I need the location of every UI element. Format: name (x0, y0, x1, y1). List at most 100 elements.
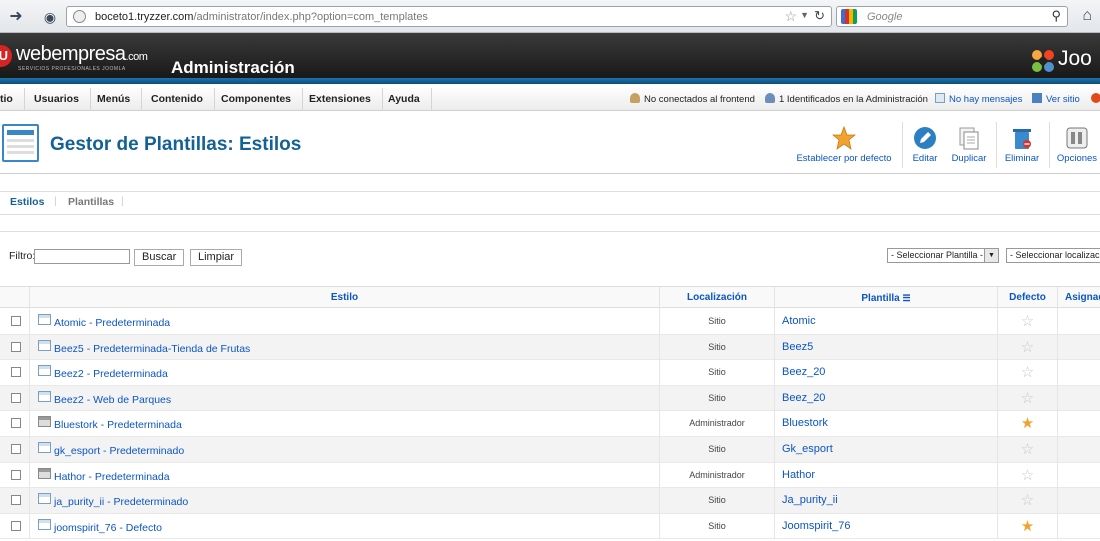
template-link[interactable]: Atomic (774, 309, 997, 334)
row-checkbox[interactable] (11, 444, 21, 454)
column-location[interactable]: Localización (659, 287, 774, 309)
column-template[interactable]: Plantilla ☰ (774, 287, 997, 309)
template-link[interactable]: Beez5 (774, 334, 997, 360)
style-name-link[interactable]: Beez5 - Predeterminada-Tienda de Frutas (54, 337, 250, 362)
admin-users-status: 1 Identificados en la Administración (765, 88, 928, 111)
column-style[interactable]: Estilo (29, 287, 659, 309)
view-site-link[interactable]: Ver sitio (1032, 88, 1080, 111)
set-default-star-icon[interactable]: ☆ (997, 488, 1057, 514)
template-link[interactable]: Ja_purity_ii (774, 488, 997, 514)
row-checkbox[interactable] (11, 367, 21, 378)
set-default-star-icon[interactable]: ☆ (997, 309, 1057, 334)
reload-icon[interactable]: ↻ (814, 8, 825, 24)
speech-bubble-icon[interactable]: ◉ (40, 7, 60, 27)
site-identity-icon[interactable] (73, 10, 86, 23)
template-link[interactable]: Joomspirit_76 (774, 513, 997, 539)
row-checkbox[interactable] (11, 316, 21, 326)
home-icon[interactable]: ⌂ (1082, 7, 1092, 25)
set-default-button[interactable]: Establecer por defecto (796, 122, 892, 172)
template-select[interactable]: - Seleccionar Plantilla - ▼ (887, 248, 999, 263)
menu-item-sitio[interactable]: tio (0, 88, 25, 111)
tab-styles[interactable]: Estilos (10, 196, 44, 208)
set-default-star-icon[interactable]: ☆ (997, 437, 1057, 462)
forward-arrow-icon[interactable]: ➜ (6, 7, 26, 27)
template-thumbnail-icon (38, 442, 51, 453)
assigned-cell (1057, 334, 1100, 360)
url-dropdown-icon[interactable]: ▼ (800, 10, 809, 20)
style-name-link[interactable]: Beez2 - Predeterminada (54, 362, 168, 387)
search-icon[interactable]: ⚲ (1051, 8, 1061, 24)
table-row: gk_esport - Predeterminado Sitio Gk_esport… (0, 437, 1100, 463)
menu-item-componentes[interactable]: Componentes (210, 88, 304, 111)
template-link[interactable]: Beez_20 (774, 385, 997, 411)
row-select-cell (0, 488, 29, 513)
assigned-cell (1057, 385, 1100, 411)
style-name-link[interactable]: Bluestork - Predeterminada (54, 413, 182, 438)
set-default-star-icon[interactable]: ☆ (997, 462, 1057, 488)
edit-button[interactable]: Editar (908, 122, 942, 172)
style-name-link[interactable]: Beez2 - Web de Parques (54, 388, 171, 413)
template-link[interactable]: Hathor (774, 462, 997, 488)
assigned-cell (1057, 411, 1100, 437)
location-cell: Sitio (659, 385, 774, 411)
assigned-cell (1057, 437, 1100, 462)
search-button[interactable]: Buscar (134, 249, 185, 266)
template-link[interactable]: Bluestork (774, 411, 997, 437)
style-name-link[interactable]: Atomic - Predeterminada (54, 311, 170, 336)
set-default-star-icon[interactable]: ☆ (997, 385, 1057, 411)
menu-item-menus[interactable]: Menús (86, 88, 143, 111)
clear-button[interactable]: Limpiar (190, 249, 243, 266)
template-select-value: - Seleccionar Plantilla - (891, 250, 984, 260)
default-star-icon[interactable]: ★ (997, 411, 1057, 437)
column-assigned[interactable]: Asignado (1057, 287, 1100, 309)
template-thumbnail-icon (38, 339, 51, 351)
copy-icon (959, 127, 979, 150)
options-button[interactable]: Opciones (1055, 122, 1099, 172)
brand-subtitle: SERVICIOS PROFESIONALES JOOMLA (18, 66, 126, 72)
delete-button[interactable]: Eliminar (1003, 122, 1041, 172)
row-select-cell (0, 335, 29, 360)
location-cell: Administrador (659, 462, 774, 488)
row-checkbox[interactable] (11, 418, 21, 429)
edit-pencil-icon (914, 127, 936, 149)
admin-header: U webempresa.com SERVICIOS PROFESIONALES… (0, 33, 1100, 84)
location-select[interactable]: - Seleccionar localización - (1006, 248, 1100, 263)
table-row: Beez5 - Predeterminada-Tienda de Frutas S… (0, 334, 1100, 362)
default-star-icon[interactable]: ★ (997, 513, 1057, 539)
filter-input[interactable] (34, 249, 130, 264)
menu-item-extensiones[interactable]: Extensiones (298, 88, 383, 111)
submenu-separator: | (121, 195, 124, 207)
row-checkbox[interactable] (11, 469, 21, 480)
template-thumbnail-icon (38, 467, 51, 479)
style-name-link[interactable]: gk_esport - Predeterminado (54, 439, 184, 464)
row-checkbox[interactable] (11, 341, 21, 352)
row-checkbox[interactable] (11, 495, 21, 506)
messages-link[interactable]: No hay mensajes (935, 88, 1022, 111)
menu-item-ayuda[interactable]: Ayuda (377, 88, 432, 111)
row-checkbox[interactable] (11, 392, 21, 403)
set-default-star-icon[interactable]: ☆ (997, 334, 1057, 360)
table-row: Beez2 - Predeterminada Sitio Beez_20 ☆ (0, 360, 1100, 386)
google-icon[interactable] (841, 9, 857, 24)
style-name-link[interactable]: Hathor - Predeterminada (54, 465, 170, 490)
web-search-box[interactable]: Google ⚲ (836, 6, 1068, 27)
main-menu: tio Usuarios Menús Contenido Componentes… (0, 88, 1100, 111)
location-cell: Sitio (659, 360, 774, 386)
set-default-star-icon[interactable]: ☆ (997, 360, 1057, 386)
template-link[interactable]: Gk_esport (774, 437, 997, 462)
column-default[interactable]: Defecto (997, 287, 1057, 309)
style-name-link[interactable]: joomspirit_76 - Defecto (54, 516, 162, 541)
row-checkbox[interactable] (11, 520, 21, 531)
duplicate-button[interactable]: Duplicar (950, 122, 988, 172)
template-thumbnail-icon (38, 416, 51, 428)
row-select-cell (0, 437, 29, 462)
menu-item-contenido[interactable]: Contenido (140, 88, 215, 111)
logout-icon[interactable] (1091, 88, 1100, 111)
bookmark-star-icon[interactable]: ☆ (784, 8, 797, 25)
style-name-link[interactable]: ja_purity_ii - Predeterminado (54, 490, 188, 515)
tab-templates[interactable]: Plantillas (68, 196, 114, 208)
menu-item-usuarios[interactable]: Usuarios (23, 88, 91, 111)
address-bar[interactable]: boceto1.tryzzer.com/administrator/index.… (66, 6, 832, 27)
users-icon (630, 93, 640, 103)
template-link[interactable]: Beez_20 (774, 360, 997, 386)
